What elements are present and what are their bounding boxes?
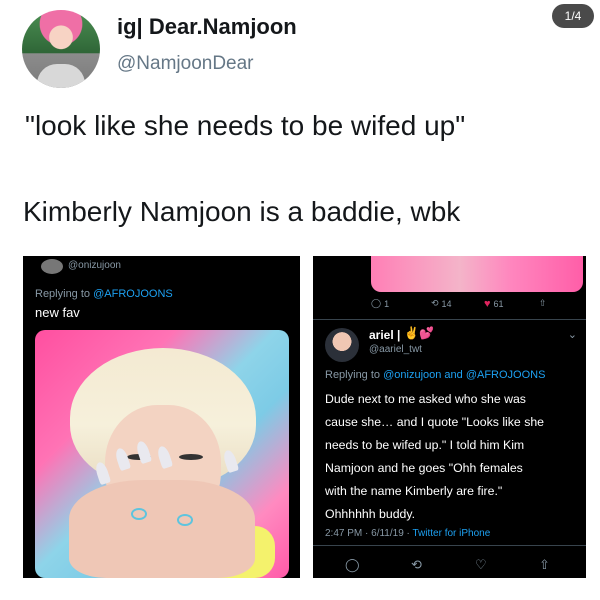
avatar-shirt bbox=[37, 64, 85, 88]
chevron-down-icon[interactable]: ⌄ bbox=[568, 328, 577, 341]
photo-ring bbox=[177, 514, 193, 526]
stats-row: ◯ 1 ⟲ 14 ♥ 61 ⇧ bbox=[371, 298, 576, 312]
share-icon[interactable]: ⇧ bbox=[539, 557, 550, 573]
user-handle[interactable]: @NamjoonDear bbox=[117, 53, 254, 75]
emoji-icons: ✌️💕 bbox=[404, 326, 434, 340]
reply-count: 1 bbox=[384, 298, 390, 309]
left-screenshot-text: new fav bbox=[35, 305, 80, 320]
photo-ring bbox=[131, 508, 147, 520]
like-stat[interactable]: ♥ 61 bbox=[484, 298, 504, 310]
display-name[interactable]: ig| Dear.Namjoon bbox=[117, 14, 297, 40]
reply-icon[interactable]: ◯ bbox=[345, 557, 360, 573]
tweet-text-line-1: "look like she needs to be wifed up" bbox=[25, 110, 466, 141]
reply-prefix: Replying to bbox=[35, 288, 91, 300]
share-icon: ⇧ bbox=[539, 298, 547, 308]
tweet-timestamp: 2:47 PM · 6/11/19 · Twitter for iPhone bbox=[325, 528, 490, 539]
reply-text-line: Ohhhhhh buddy. bbox=[325, 507, 416, 521]
reply-stat[interactable]: ◯ 1 bbox=[371, 298, 389, 309]
reply-target-link[interactable]: @AFROJOONS bbox=[93, 288, 173, 300]
tweet-text-line-2: Kimberly Namjoon is a baddie, wbk bbox=[23, 196, 461, 227]
reply-text-line: with the name Kimberly are fire." bbox=[325, 484, 503, 498]
reply-text: Dude next to me asked who she was cause … bbox=[325, 388, 578, 526]
divider bbox=[313, 319, 586, 320]
retweet-icon[interactable]: ⟲ bbox=[411, 557, 422, 573]
left-screenshot: @onizujoon Replying to @AFROJOONS new fa… bbox=[23, 256, 300, 578]
reply-prefix: Replying to bbox=[325, 369, 381, 381]
retweet-stat[interactable]: ⟲ 14 bbox=[431, 298, 452, 309]
reply-text-line: Dude next to me asked who she was bbox=[325, 392, 526, 406]
action-row: ◯ ⟲ ♡ ⇧ bbox=[341, 557, 566, 573]
photo-eye-right bbox=[179, 454, 203, 460]
left-screenshot-avatar bbox=[41, 259, 63, 274]
left-screenshot-reply-line: Replying to @AFROJOONS bbox=[35, 288, 173, 300]
profile-avatar[interactable] bbox=[22, 10, 100, 88]
tweet-source-link[interactable]: Twitter for iPhone bbox=[412, 528, 490, 539]
reply-user-handle[interactable]: @aariel_twt bbox=[369, 344, 422, 355]
timestamp-text: 2:47 PM · 6/11/19 · bbox=[325, 528, 410, 539]
right-screenshot-top-photo[interactable] bbox=[371, 256, 583, 292]
like-count: 61 bbox=[493, 299, 504, 309]
photo-hands bbox=[69, 480, 255, 578]
reply-user-name[interactable]: ariel | bbox=[369, 328, 400, 342]
reply-avatar[interactable] bbox=[325, 328, 359, 362]
right-screenshot-reply-line: Replying to @onizujoon and @AFROJOONS bbox=[325, 369, 545, 381]
reply-text-line: Namjoon and he goes "Ohh females bbox=[325, 461, 523, 475]
heart-icon: ♥ bbox=[484, 298, 491, 310]
reply-icon: ◯ bbox=[371, 298, 382, 308]
reply-text-line: cause she… and I quote "Looks like she bbox=[325, 415, 545, 429]
reply-target-link[interactable]: @onizujoon and @AFROJOONS bbox=[383, 369, 545, 381]
divider bbox=[313, 545, 586, 546]
right-screenshot: ◯ 1 ⟲ 14 ♥ 61 ⇧ ariel | ✌️💕 @aariel_twt … bbox=[313, 256, 586, 578]
share-stat[interactable]: ⇧ bbox=[539, 298, 547, 309]
left-screenshot-photo[interactable] bbox=[35, 330, 289, 578]
image-counter: 1/4 bbox=[552, 4, 594, 28]
left-screenshot-handle[interactable]: @onizujoon bbox=[68, 260, 121, 271]
reply-text-line: needs to be wifed up." I told him Kim bbox=[325, 438, 525, 452]
retweet-count: 14 bbox=[441, 298, 452, 309]
heart-icon[interactable]: ♡ bbox=[475, 557, 487, 573]
retweet-icon: ⟲ bbox=[431, 298, 439, 308]
